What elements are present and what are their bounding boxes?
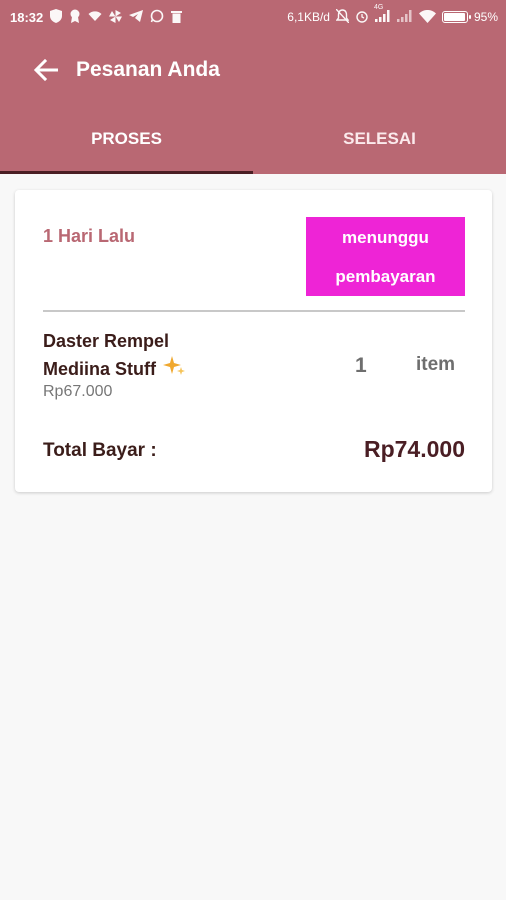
total-label: Total Bayar : (43, 440, 157, 461)
telegram-icon (129, 10, 144, 24)
badge-icon (69, 9, 81, 25)
trash-icon (171, 10, 183, 25)
sparkle-icon (162, 354, 186, 385)
status-badge-line2: pembayaran (335, 266, 436, 286)
back-button[interactable] (20, 44, 72, 96)
tab-proses-label: PROSES (91, 129, 162, 148)
battery-icon (441, 11, 471, 23)
tab-proses[interactable]: PROSES (0, 106, 253, 174)
page-title: Pesanan Anda (76, 58, 220, 81)
status-badge: menunggu pembayaran (306, 217, 465, 296)
product-name-line1: Daster Rempel (43, 331, 170, 351)
total-value: Rp74.000 (363, 436, 465, 462)
wifi-small-icon (88, 10, 102, 24)
network-label: 4G (373, 4, 384, 11)
tab-selesai[interactable]: SELESAI (253, 106, 506, 174)
quantity: 1 (355, 354, 367, 377)
whatsapp-icon (150, 9, 164, 25)
app-bar: Pesanan Anda (0, 34, 506, 106)
net-speed: 6,1KB/d (287, 10, 330, 24)
signal-4g-icon: 4G (374, 4, 391, 24)
wifi-icon (418, 9, 436, 25)
divider (43, 310, 465, 312)
status-badge-line1: menunggu (342, 227, 429, 247)
status-time: 18:32 (10, 9, 44, 25)
battery-fill (443, 13, 465, 21)
product-name-line2: Mediina Stuff (43, 359, 156, 379)
quantity-unit: item (416, 354, 456, 375)
product-name-line2-row: Mediina Stuff (43, 354, 303, 385)
arrow-left-icon (34, 59, 58, 81)
product-price: Rp67.000 (43, 383, 113, 400)
order-card[interactable]: 1 Hari Lalu menunggu pembayaran Daster R… (15, 190, 492, 492)
signal-empty-icon (396, 10, 413, 24)
order-time-ago: 1 Hari Lalu (43, 226, 136, 246)
shield-icon (50, 9, 63, 25)
battery-percent: 95% (473, 10, 498, 24)
product-name: Daster Rempel Mediina Stuff (43, 328, 303, 385)
pinwheel-icon (109, 9, 123, 25)
tab-bar: PROSES SELESAI (0, 106, 506, 174)
status-bar: 18:32 6,1KB/d 4G 95% (0, 0, 506, 34)
mute-bell-icon (335, 8, 350, 25)
tab-indicator (0, 171, 253, 174)
tab-selesai-label: SELESAI (343, 129, 416, 148)
alarm-icon (355, 9, 369, 25)
